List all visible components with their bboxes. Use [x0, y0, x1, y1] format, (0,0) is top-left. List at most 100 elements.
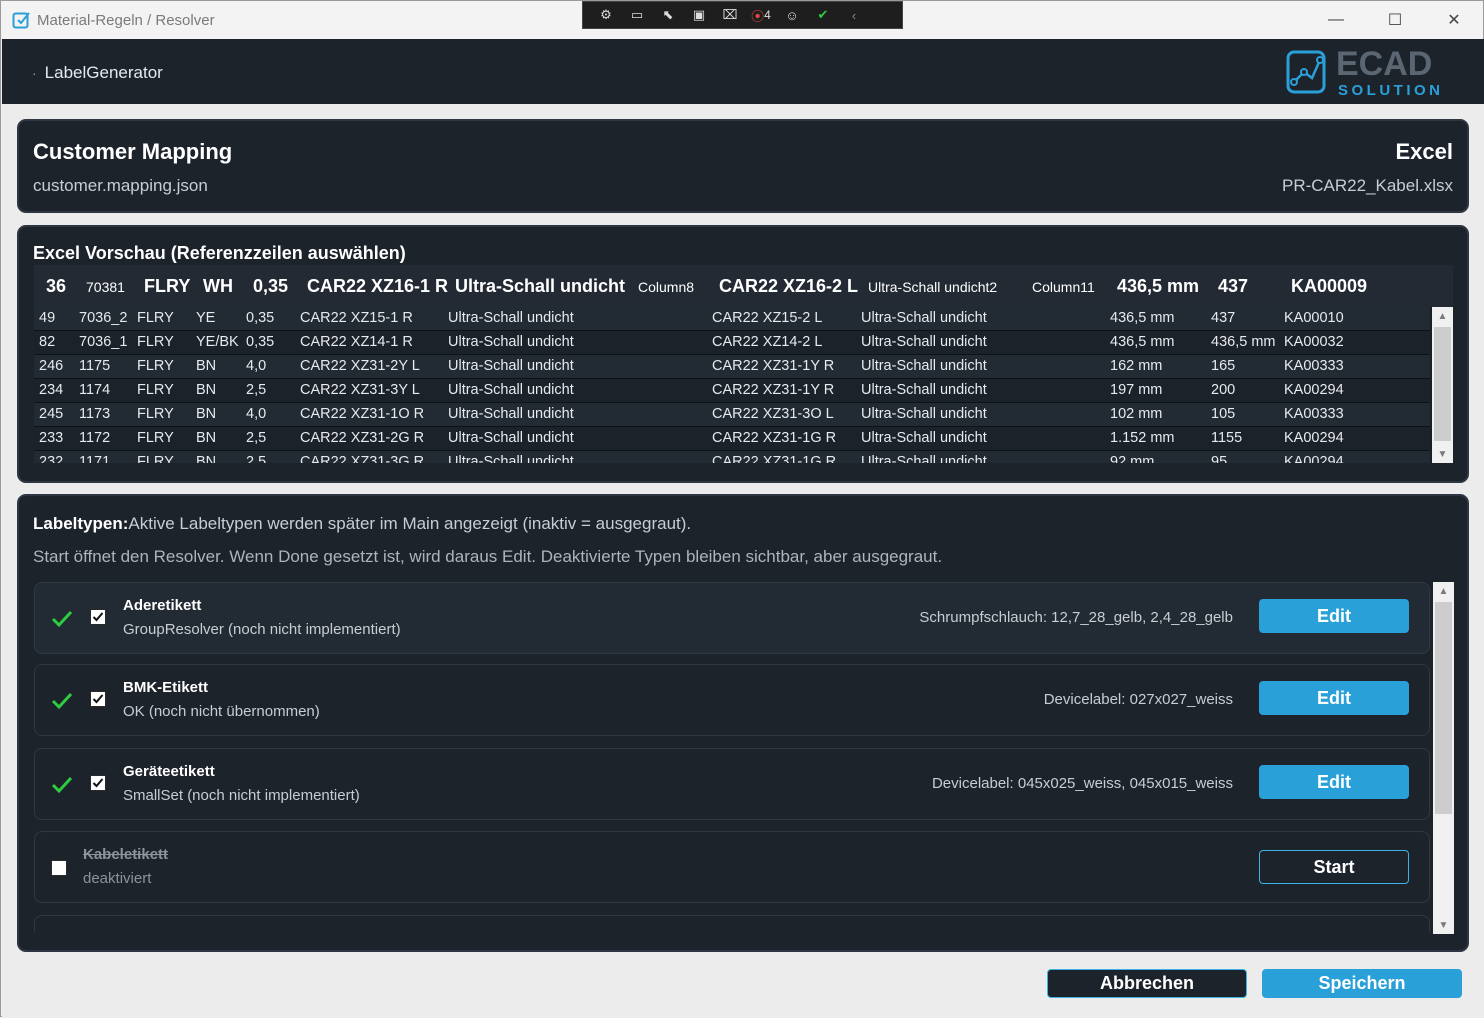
excel-preview-grid[interactable]: 36 70381 FLRY WH 0,35 CAR22 XZ16-1 R Ult… [34, 265, 1453, 463]
labeltype-enable-checkbox[interactable] [90, 609, 106, 625]
live-tree-icon[interactable]: ⚙ [595, 5, 617, 25]
grid-scrollbar[interactable]: ▲ ▼ [1432, 307, 1453, 463]
labeltype-status: GroupResolver (noch nicht implementiert) [123, 621, 401, 638]
edit-button[interactable]: Edit [1259, 599, 1409, 633]
table-cell: 95 [1211, 454, 1228, 463]
table-cell: Ultra-Schall undicht [448, 334, 574, 350]
table-cell: CAR22 XZ31-2G R [300, 430, 425, 446]
table-cell: Ultra-Schall undicht [448, 310, 574, 326]
check-status-icon[interactable]: ✔ [812, 5, 834, 25]
grid-column-header[interactable]: Ultra-Schall undicht2 [868, 279, 997, 295]
done-check-icon [51, 692, 73, 710]
table-row[interactable]: 49 7036_2 FLRY YE 0,35 CAR22 XZ15-1 R Ul… [34, 307, 1430, 331]
app-icon [12, 12, 30, 29]
maximize-button[interactable]: ☐ [1372, 7, 1418, 33]
labeltype-item[interactable]: BMK-Etikett OK (noch nicht übernommen) D… [34, 664, 1430, 736]
grid-column-header[interactable]: 436,5 mm [1117, 276, 1199, 297]
labeltype-enable-checkbox[interactable] [90, 775, 106, 791]
title-bar[interactable]: Material-Regeln / Resolver ⚙ ▭ ⬉ ▣ ⌧ ⦿ 4 … [1, 1, 1483, 39]
table-cell: 105 [1211, 406, 1236, 422]
table-cell: FLRY [137, 382, 174, 398]
excel-preview-title: Excel Vorschau (Referenzzeilen auswählen… [33, 243, 406, 263]
scroll-up-icon[interactable]: ▲ [1432, 307, 1453, 325]
table-cell: CAR22 XZ31-1O R [300, 406, 425, 422]
minimize-button[interactable]: — [1313, 7, 1359, 33]
table-cell: Ultra-Schall undicht [448, 430, 574, 446]
accessibility-icon[interactable]: ☺ [781, 5, 803, 25]
labeltype-item[interactable]: Aderetikett GroupResolver (noch nicht im… [34, 582, 1430, 654]
table-row[interactable]: 233 1172 FLRY BN 2,5 CAR22 XZ31-2G R Ult… [34, 427, 1430, 451]
start-button[interactable]: Start [1259, 850, 1409, 884]
table-cell: FLRY [137, 310, 174, 326]
table-cell: CAR22 XZ31-1Y R [712, 382, 835, 398]
scroll-up-icon[interactable]: ▲ [1433, 582, 1454, 600]
display-layout-icon[interactable]: ▣ [688, 5, 710, 25]
grid-column-header[interactable]: KA00009 [1291, 276, 1367, 297]
binding-failures-icon[interactable]: ⦿ 4 [750, 5, 772, 25]
table-cell: 246 [39, 358, 64, 374]
select-element-icon[interactable]: ⬉ [657, 5, 679, 25]
scroll-down-icon[interactable]: ▼ [1433, 916, 1454, 934]
grid-column-header[interactable]: 36 [46, 276, 66, 297]
grid-column-header[interactable]: Column11 [1032, 279, 1095, 295]
table-cell: CAR22 XZ14-2 L [712, 334, 823, 350]
table-cell: 0,35 [246, 334, 275, 350]
labeltype-item[interactable] [34, 915, 1430, 932]
table-cell: YE [196, 310, 216, 326]
table-cell: 2,5 [246, 430, 267, 446]
labeltypes-scrollbar[interactable]: ▲ ▼ [1433, 582, 1454, 934]
table-row[interactable]: 246 1175 FLRY BN 4,0 CAR22 XZ31-2Y L Ult… [34, 355, 1430, 379]
scroll-thumb[interactable] [1434, 327, 1451, 441]
table-cell: KA00032 [1284, 334, 1344, 350]
scroll-thumb[interactable] [1435, 602, 1452, 814]
customer-mapping-title: Customer Mapping [33, 139, 233, 164]
scroll-down-icon[interactable]: ▼ [1432, 445, 1453, 463]
table-cell: CAR22 XZ31-1Y R [712, 358, 835, 374]
close-button[interactable]: ✕ [1431, 7, 1477, 33]
grid-column-header[interactable]: CAR22 XZ16-1 R [307, 276, 448, 297]
table-cell: YE/BK [196, 334, 239, 350]
grid-header-row: 36 70381 FLRY WH 0,35 CAR22 XZ16-1 R Ult… [34, 265, 1453, 307]
grid-column-header[interactable]: 437 [1218, 276, 1248, 297]
track-focus-icon[interactable]: ⌧ [719, 5, 741, 25]
grid-column-header[interactable]: 0,35 [253, 276, 288, 297]
table-cell: FLRY [137, 454, 174, 463]
table-cell: 436,5 mm [1110, 334, 1175, 350]
table-row[interactable]: 82 7036_1 FLRY YE/BK 0,35 CAR22 XZ14-1 R… [34, 331, 1430, 355]
labeltypes-list[interactable]: Aderetikett GroupResolver (noch nicht im… [34, 582, 1432, 932]
grid-column-header[interactable]: 70381 [86, 279, 125, 295]
table-cell: Ultra-Schall undicht [861, 430, 987, 446]
breadcrumb-label: LabelGenerator [44, 63, 163, 82]
table-row[interactable]: 232 1171 FLRY BN 2,5 CAR22 XZ31-3G R Ult… [34, 451, 1430, 463]
record-icon[interactable]: ▭ [626, 5, 648, 25]
labeltype-item[interactable]: Kabeletikett deaktiviert Start [34, 831, 1430, 903]
edit-button[interactable]: Edit [1259, 681, 1409, 715]
grid-column-header[interactable]: Ultra-Schall undicht [455, 276, 625, 297]
labeltype-status: deaktiviert [83, 870, 152, 887]
labeltypes-heading: Labeltypen: [33, 514, 129, 533]
grid-column-header[interactable]: CAR22 XZ16-2 L [719, 276, 858, 297]
table-cell: Ultra-Schall undicht [861, 382, 987, 398]
grid-column-header[interactable]: Column8 [638, 279, 694, 295]
table-cell: CAR22 XZ31-3Y L [300, 382, 420, 398]
grid-column-header[interactable]: WH [203, 276, 233, 297]
grid-column-header[interactable]: FLRY [144, 276, 190, 297]
cancel-button[interactable]: Abbrechen [1047, 969, 1247, 998]
labeltype-enable-checkbox[interactable] [51, 860, 67, 876]
save-button[interactable]: Speichern [1262, 969, 1462, 998]
breadcrumb[interactable]: · LabelGenerator [32, 63, 163, 83]
edit-button[interactable]: Edit [1259, 765, 1409, 799]
table-cell: 1172 [79, 430, 111, 446]
labeltype-item[interactable]: Geräteetikett SmallSet (noch nicht imple… [34, 748, 1430, 820]
table-cell: Ultra-Schall undicht [448, 406, 574, 422]
labeltype-info: Devicelabel: 027x027_weiss [1043, 691, 1233, 708]
labeltype-enable-checkbox[interactable] [90, 691, 106, 707]
collapse-toolbar-icon[interactable]: ‹ [843, 5, 865, 25]
table-row[interactable]: 234 1174 FLRY BN 2,5 CAR22 XZ31-3Y L Ult… [34, 379, 1430, 403]
table-cell: FLRY [137, 358, 174, 374]
table-cell: 1173 [79, 406, 111, 422]
table-cell: CAR22 XZ14-1 R [300, 334, 413, 350]
table-row[interactable]: 245 1173 FLRY BN 4,0 CAR22 XZ31-1O R Ult… [34, 403, 1430, 427]
table-cell: 162 mm [1110, 358, 1163, 374]
app-window: Material-Regeln / Resolver ⚙ ▭ ⬉ ▣ ⌧ ⦿ 4 … [0, 0, 1484, 1018]
